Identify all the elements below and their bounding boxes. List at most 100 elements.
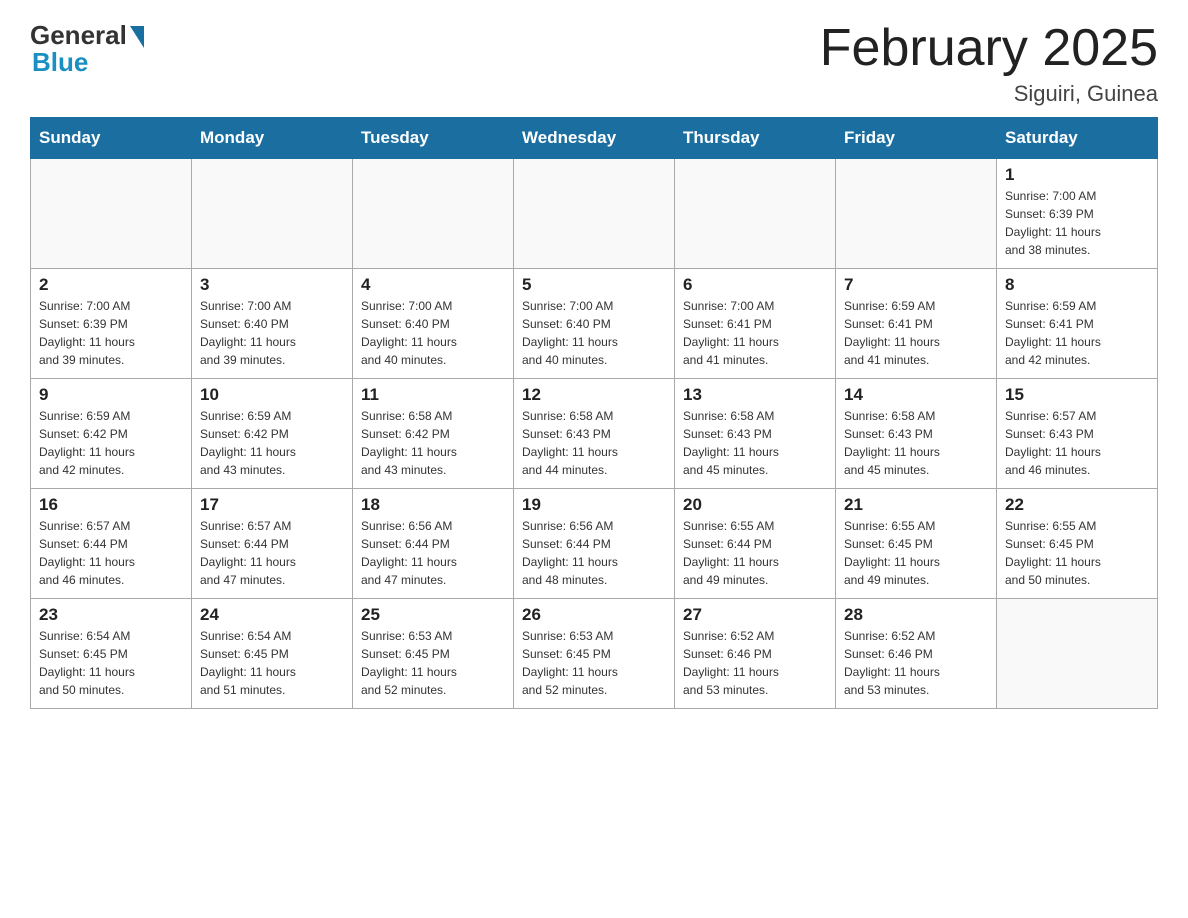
day-number: 8	[1005, 275, 1149, 295]
day-info: Sunrise: 6:54 AM Sunset: 6:45 PM Dayligh…	[39, 627, 183, 699]
day-number: 11	[361, 385, 505, 405]
weekday-header-sunday: Sunday	[31, 118, 192, 159]
weekday-header-tuesday: Tuesday	[353, 118, 514, 159]
calendar-cell: 5Sunrise: 7:00 AM Sunset: 6:40 PM Daylig…	[514, 269, 675, 379]
day-number: 10	[200, 385, 344, 405]
calendar-cell: 23Sunrise: 6:54 AM Sunset: 6:45 PM Dayli…	[31, 599, 192, 709]
day-number: 3	[200, 275, 344, 295]
calendar-cell: 11Sunrise: 6:58 AM Sunset: 6:42 PM Dayli…	[353, 379, 514, 489]
day-info: Sunrise: 6:52 AM Sunset: 6:46 PM Dayligh…	[844, 627, 988, 699]
day-number: 18	[361, 495, 505, 515]
day-info: Sunrise: 6:57 AM Sunset: 6:43 PM Dayligh…	[1005, 407, 1149, 479]
day-info: Sunrise: 6:52 AM Sunset: 6:46 PM Dayligh…	[683, 627, 827, 699]
calendar-cell: 2Sunrise: 7:00 AM Sunset: 6:39 PM Daylig…	[31, 269, 192, 379]
day-info: Sunrise: 7:00 AM Sunset: 6:41 PM Dayligh…	[683, 297, 827, 369]
day-info: Sunrise: 7:00 AM Sunset: 6:39 PM Dayligh…	[39, 297, 183, 369]
calendar-cell: 19Sunrise: 6:56 AM Sunset: 6:44 PM Dayli…	[514, 489, 675, 599]
calendar-cell: 12Sunrise: 6:58 AM Sunset: 6:43 PM Dayli…	[514, 379, 675, 489]
day-info: Sunrise: 6:56 AM Sunset: 6:44 PM Dayligh…	[361, 517, 505, 589]
calendar-cell	[997, 599, 1158, 709]
day-info: Sunrise: 6:59 AM Sunset: 6:42 PM Dayligh…	[39, 407, 183, 479]
page-header: General Blue February 2025 Siguiri, Guin…	[30, 20, 1158, 107]
day-number: 21	[844, 495, 988, 515]
day-info: Sunrise: 7:00 AM Sunset: 6:40 PM Dayligh…	[361, 297, 505, 369]
day-number: 16	[39, 495, 183, 515]
day-info: Sunrise: 6:58 AM Sunset: 6:43 PM Dayligh…	[522, 407, 666, 479]
weekday-header-monday: Monday	[192, 118, 353, 159]
day-number: 17	[200, 495, 344, 515]
calendar-cell	[31, 159, 192, 269]
calendar-cell: 4Sunrise: 7:00 AM Sunset: 6:40 PM Daylig…	[353, 269, 514, 379]
calendar-cell: 28Sunrise: 6:52 AM Sunset: 6:46 PM Dayli…	[836, 599, 997, 709]
day-number: 25	[361, 605, 505, 625]
calendar-cell: 25Sunrise: 6:53 AM Sunset: 6:45 PM Dayli…	[353, 599, 514, 709]
calendar-table: SundayMondayTuesdayWednesdayThursdayFrid…	[30, 117, 1158, 709]
week-row-5: 23Sunrise: 6:54 AM Sunset: 6:45 PM Dayli…	[31, 599, 1158, 709]
day-info: Sunrise: 7:00 AM Sunset: 6:40 PM Dayligh…	[522, 297, 666, 369]
calendar-cell: 27Sunrise: 6:52 AM Sunset: 6:46 PM Dayli…	[675, 599, 836, 709]
day-info: Sunrise: 7:00 AM Sunset: 6:40 PM Dayligh…	[200, 297, 344, 369]
calendar-cell: 13Sunrise: 6:58 AM Sunset: 6:43 PM Dayli…	[675, 379, 836, 489]
calendar-cell	[836, 159, 997, 269]
calendar-cell: 24Sunrise: 6:54 AM Sunset: 6:45 PM Dayli…	[192, 599, 353, 709]
day-number: 5	[522, 275, 666, 295]
week-row-4: 16Sunrise: 6:57 AM Sunset: 6:44 PM Dayli…	[31, 489, 1158, 599]
day-info: Sunrise: 6:59 AM Sunset: 6:41 PM Dayligh…	[844, 297, 988, 369]
day-info: Sunrise: 6:57 AM Sunset: 6:44 PM Dayligh…	[200, 517, 344, 589]
day-number: 26	[522, 605, 666, 625]
calendar-cell: 16Sunrise: 6:57 AM Sunset: 6:44 PM Dayli…	[31, 489, 192, 599]
day-number: 24	[200, 605, 344, 625]
day-info: Sunrise: 6:55 AM Sunset: 6:45 PM Dayligh…	[1005, 517, 1149, 589]
day-number: 7	[844, 275, 988, 295]
calendar-cell: 8Sunrise: 6:59 AM Sunset: 6:41 PM Daylig…	[997, 269, 1158, 379]
day-info: Sunrise: 6:53 AM Sunset: 6:45 PM Dayligh…	[522, 627, 666, 699]
day-number: 13	[683, 385, 827, 405]
calendar-cell: 17Sunrise: 6:57 AM Sunset: 6:44 PM Dayli…	[192, 489, 353, 599]
week-row-2: 2Sunrise: 7:00 AM Sunset: 6:39 PM Daylig…	[31, 269, 1158, 379]
calendar-cell: 18Sunrise: 6:56 AM Sunset: 6:44 PM Dayli…	[353, 489, 514, 599]
day-info: Sunrise: 6:59 AM Sunset: 6:41 PM Dayligh…	[1005, 297, 1149, 369]
day-number: 2	[39, 275, 183, 295]
calendar-cell	[675, 159, 836, 269]
day-number: 15	[1005, 385, 1149, 405]
day-info: Sunrise: 7:00 AM Sunset: 6:39 PM Dayligh…	[1005, 187, 1149, 259]
calendar-cell: 7Sunrise: 6:59 AM Sunset: 6:41 PM Daylig…	[836, 269, 997, 379]
calendar-cell: 10Sunrise: 6:59 AM Sunset: 6:42 PM Dayli…	[192, 379, 353, 489]
day-number: 12	[522, 385, 666, 405]
day-info: Sunrise: 6:56 AM Sunset: 6:44 PM Dayligh…	[522, 517, 666, 589]
calendar-cell: 22Sunrise: 6:55 AM Sunset: 6:45 PM Dayli…	[997, 489, 1158, 599]
calendar-cell: 6Sunrise: 7:00 AM Sunset: 6:41 PM Daylig…	[675, 269, 836, 379]
day-number: 9	[39, 385, 183, 405]
calendar-cell: 9Sunrise: 6:59 AM Sunset: 6:42 PM Daylig…	[31, 379, 192, 489]
weekday-header-friday: Friday	[836, 118, 997, 159]
day-info: Sunrise: 6:59 AM Sunset: 6:42 PM Dayligh…	[200, 407, 344, 479]
logo-blue-text: Blue	[32, 47, 88, 78]
title-area: February 2025 Siguiri, Guinea	[820, 20, 1158, 107]
weekday-header-wednesday: Wednesday	[514, 118, 675, 159]
calendar-cell: 26Sunrise: 6:53 AM Sunset: 6:45 PM Dayli…	[514, 599, 675, 709]
day-info: Sunrise: 6:55 AM Sunset: 6:44 PM Dayligh…	[683, 517, 827, 589]
day-number: 20	[683, 495, 827, 515]
day-number: 19	[522, 495, 666, 515]
day-info: Sunrise: 6:57 AM Sunset: 6:44 PM Dayligh…	[39, 517, 183, 589]
weekday-header-thursday: Thursday	[675, 118, 836, 159]
calendar-cell: 15Sunrise: 6:57 AM Sunset: 6:43 PM Dayli…	[997, 379, 1158, 489]
day-number: 23	[39, 605, 183, 625]
day-number: 27	[683, 605, 827, 625]
calendar-cell: 20Sunrise: 6:55 AM Sunset: 6:44 PM Dayli…	[675, 489, 836, 599]
day-number: 14	[844, 385, 988, 405]
day-number: 28	[844, 605, 988, 625]
calendar-cell	[353, 159, 514, 269]
day-number: 1	[1005, 165, 1149, 185]
day-info: Sunrise: 6:54 AM Sunset: 6:45 PM Dayligh…	[200, 627, 344, 699]
logo-triangle-icon	[130, 26, 144, 48]
calendar-cell: 1Sunrise: 7:00 AM Sunset: 6:39 PM Daylig…	[997, 159, 1158, 269]
weekday-header-saturday: Saturday	[997, 118, 1158, 159]
day-info: Sunrise: 6:55 AM Sunset: 6:45 PM Dayligh…	[844, 517, 988, 589]
week-row-3: 9Sunrise: 6:59 AM Sunset: 6:42 PM Daylig…	[31, 379, 1158, 489]
month-title: February 2025	[820, 20, 1158, 77]
calendar-cell	[514, 159, 675, 269]
calendar-cell	[192, 159, 353, 269]
week-row-1: 1Sunrise: 7:00 AM Sunset: 6:39 PM Daylig…	[31, 159, 1158, 269]
day-number: 4	[361, 275, 505, 295]
